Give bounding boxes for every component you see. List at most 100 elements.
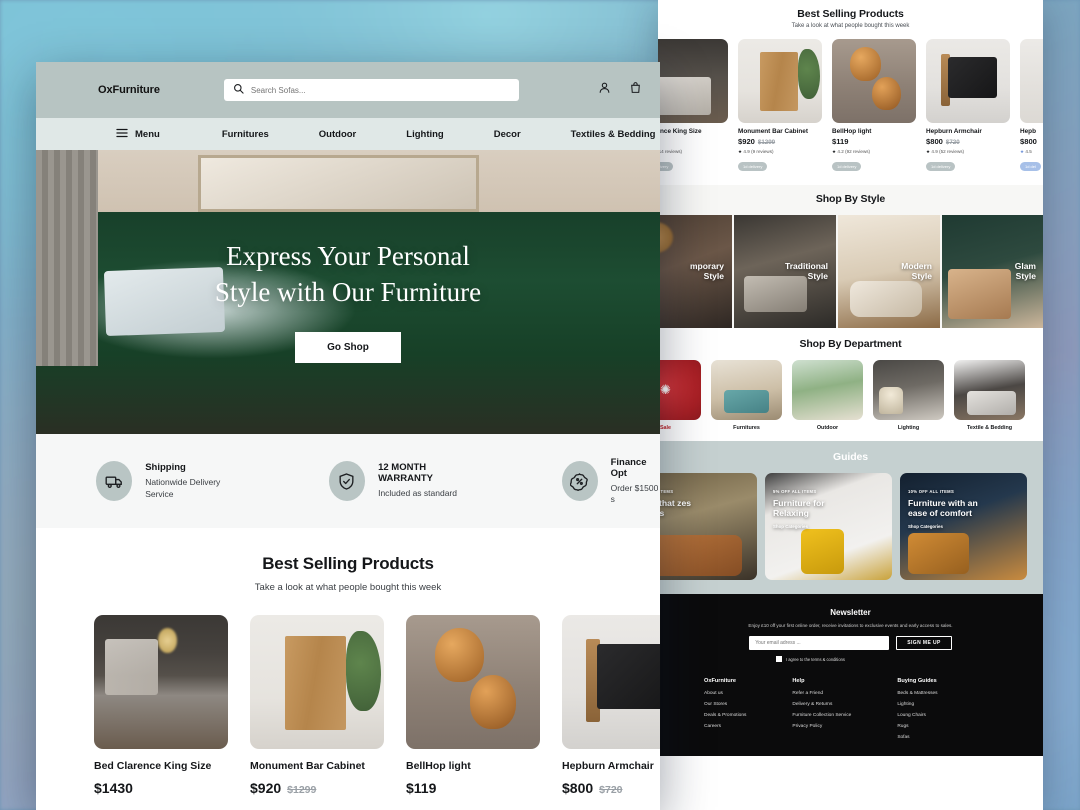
bg-product-image xyxy=(738,39,822,123)
account-icon[interactable] xyxy=(598,81,611,99)
footer-columns: OxFurniture About us Our Stores Deals & … xyxy=(658,678,1043,756)
footer-link[interactable]: Delivery & Returns xyxy=(792,702,851,707)
bg-product-badge: 1d delivery xyxy=(926,162,956,171)
footer-column: Buying Guides Beds & Mattresses Lighting… xyxy=(897,678,937,746)
bg-product-card[interactable]: Hepburn Armchair $800 $720 ★ 4.9 (52 revi… xyxy=(926,39,1010,173)
footer-link[interactable]: About us xyxy=(704,691,746,696)
newsletter-title: Newsletter xyxy=(830,608,871,617)
bg-guide-card[interactable]: OFF ALL ITEMS iture that zes others egor… xyxy=(658,473,757,580)
bg-product-card[interactable]: Clarence King Size 30 ★ 4.9 (14 reviews)… xyxy=(658,39,728,173)
bg-product-rating: ★ 4.2 (92 reviews) xyxy=(832,149,871,154)
search-bar[interactable] xyxy=(223,79,519,101)
bg-style-label: Traditional Style xyxy=(785,261,828,282)
search-input[interactable] xyxy=(250,85,510,95)
bg-product-rating: ★ 4.9 (9 reviews) xyxy=(738,149,774,154)
background-browser-window[interactable]: Best Selling Products Take a look at wha… xyxy=(658,0,1043,810)
cart-icon[interactable] xyxy=(629,81,642,99)
bg-style-label: mporary Style xyxy=(689,261,724,282)
bg-guide-kicker: 5% OFF ALL ITEMS xyxy=(773,489,817,494)
hero-content: Express Your Personal Style with Our Fur… xyxy=(36,150,660,434)
footer-link[interactable]: Rugs xyxy=(897,724,937,729)
nav-item-lighting[interactable]: Lighting xyxy=(406,129,443,140)
bg-product-card[interactable]: Monument Bar Cabinet $920 $1299 ★ 4.9 (9 … xyxy=(738,39,822,173)
bg-product-name: Monument Bar Cabinet xyxy=(738,128,808,135)
bg-style-tile[interactable]: Traditional Style xyxy=(734,215,836,328)
bg-product-price: $119 xyxy=(832,137,849,146)
bg-style-tile[interactable]: Glam Style xyxy=(942,215,1043,328)
bg-guide-link[interactable]: Shop Categories xyxy=(773,524,853,529)
bg-style-tile[interactable]: mporary Style xyxy=(658,215,732,328)
newsletter-signup-button[interactable]: SIGN ME UP xyxy=(896,636,952,650)
bg-guide-cards: OFF ALL ITEMS iture that zes others egor… xyxy=(658,473,1043,580)
bg-product-price: $800 $720 xyxy=(926,137,960,146)
footer-link[interactable]: Furniture Collection Service xyxy=(792,713,851,718)
bg-shop-by-department-section: Shop By Department ✺ Sale Furnitures Out… xyxy=(658,328,1043,441)
bg-guide-link[interactable]: egories xyxy=(658,524,718,529)
nav-links: Furnitures Outdoor Lighting Decor Textil… xyxy=(222,129,656,140)
footer-link[interactable]: Our Stores xyxy=(704,702,746,707)
footer-link[interactable]: Refer a Friend xyxy=(792,691,851,696)
nav-item-textiles-bedding[interactable]: Textiles & Bedding xyxy=(571,129,656,140)
nav-item-decor[interactable]: Decor xyxy=(494,129,521,140)
bg-department-item-sale[interactable]: ✺ Sale xyxy=(658,360,701,431)
product-card[interactable]: Hepburn Armchair $800 $720 xyxy=(562,615,660,796)
bg-product-badge: 1d delivery xyxy=(738,162,768,171)
product-price: $119 xyxy=(406,780,437,796)
bg-guide-link[interactable]: Shop Categories xyxy=(908,524,988,529)
bg-department-item-textile[interactable]: Textile & Bedding xyxy=(954,360,1025,431)
nav-item-furnitures[interactable]: Furnitures xyxy=(222,129,269,140)
hero-title-line1: Express Your Personal xyxy=(226,240,470,271)
site-logo[interactable]: OxFurniture xyxy=(98,84,160,96)
footer-link[interactable]: Careers xyxy=(704,724,746,729)
bg-product-image xyxy=(926,39,1010,123)
newsletter-email-input[interactable] xyxy=(749,636,890,650)
bg-guide-card[interactable]: 10% OFF ALL ITEMS Furniture with an ease… xyxy=(900,473,1027,580)
bg-department-item-outdoor[interactable]: Outdoor xyxy=(792,360,863,431)
product-card[interactable]: Bed Clarence King Size $1430 xyxy=(94,615,228,796)
bg-product-badge: 1d delivery xyxy=(658,162,674,171)
footer-link[interactable]: Sofas xyxy=(897,735,937,740)
front-browser-window[interactable]: OxFurniture Search Sofas... Menu Furnitu… xyxy=(36,62,660,810)
bg-product-image xyxy=(832,39,916,123)
footer-heading: Help xyxy=(792,678,805,684)
bg-product-carousel[interactable]: Clarence King Size 30 ★ 4.9 (14 reviews)… xyxy=(658,39,1043,173)
percent-badge-icon xyxy=(561,461,598,501)
footer-link[interactable]: Privacy Policy xyxy=(792,724,851,729)
menu-button[interactable]: Menu xyxy=(116,128,160,141)
bg-product-name: Hepburn Armchair xyxy=(926,128,982,135)
consent-checkbox[interactable] xyxy=(776,656,782,662)
product-card[interactable]: BellHop light $119 xyxy=(406,615,540,796)
bg-style-tiles: mporary Style Traditional Style Modern Styl… xyxy=(658,215,1043,328)
bg-product-badge: 1d del xyxy=(1020,162,1041,171)
bg-product-card[interactable]: › Hepb $800 ★ 4.5 1d del xyxy=(1020,39,1043,173)
bg-guide-title: Furniture with an ease of comfort xyxy=(908,498,978,519)
footer-link[interactable]: Beds & Mattresses xyxy=(897,691,937,696)
product-image xyxy=(562,615,660,749)
footer-link[interactable]: Deals & Promotions xyxy=(704,713,746,718)
bg-guide-title: iture that zes others xyxy=(658,498,692,519)
bg-product-card[interactable]: BellHop light $119 ★ 4.2 (92 reviews) 1d… xyxy=(832,39,916,173)
feature-title: 12 MONTH WARRANTY xyxy=(378,462,433,485)
footer-link[interactable]: Loung Chairs xyxy=(897,713,937,718)
nav-item-outdoor[interactable]: Outdoor xyxy=(319,129,356,140)
newsletter-consent[interactable]: I agree to the terms & conditions xyxy=(658,656,1043,662)
main-navigation: Menu Furnitures Outdoor Lighting Decor T… xyxy=(36,118,660,150)
menu-label: Menu xyxy=(135,128,160,140)
bg-guide-kicker: 10% OFF ALL ITEMS xyxy=(908,489,955,494)
footer-column: OxFurniture About us Our Stores Deals & … xyxy=(704,678,746,746)
search-icon xyxy=(233,81,244,99)
truck-icon xyxy=(96,461,133,501)
product-name: Bed Clarence King Size xyxy=(94,760,212,772)
bg-department-item-lighting[interactable]: Lighting xyxy=(873,360,944,431)
bg-style-tile[interactable]: Modern Style xyxy=(838,215,940,328)
product-card[interactable]: Monument Bar Cabinet $920 $1299 xyxy=(250,615,384,796)
footer-link[interactable]: Lighting xyxy=(897,702,937,707)
go-shop-button[interactable]: Go Shop xyxy=(295,332,401,364)
bg-product-name: Hepb xyxy=(1020,128,1036,135)
feature-subtitle: Nationwide Delivery Service xyxy=(145,477,221,499)
bg-guide-card[interactable]: 5% OFF ALL ITEMS Furniture for Relaxing … xyxy=(765,473,892,580)
bg-department-item-furnitures[interactable]: Furnitures xyxy=(711,360,782,431)
bg-product-rating: ★ 4.5 xyxy=(1020,149,1032,154)
bg-guides-section: Guides OFF ALL ITEMS iture that zes othe… xyxy=(658,441,1043,594)
bg-best-selling-title: Best Selling Products xyxy=(797,8,904,20)
